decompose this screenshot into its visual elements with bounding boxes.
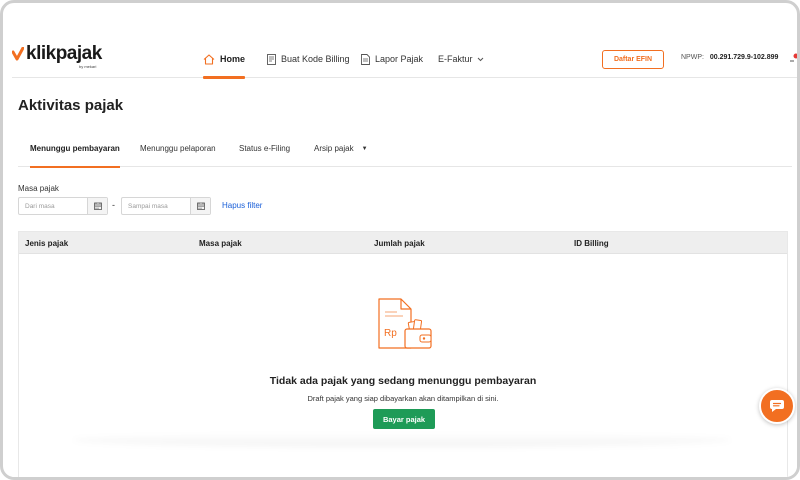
hapus-filter-link[interactable]: Hapus filter — [222, 201, 262, 210]
browser-frame: klikpajak by mekari Home Buat Kode Billi… — [0, 0, 800, 480]
npwp-label: NPWP: — [681, 54, 704, 61]
checkmark-logo-icon — [12, 47, 24, 61]
nav-e-faktur[interactable]: E-Faktur — [438, 40, 484, 78]
tab-menunggu-pembayaran[interactable]: Menunggu pembayaran — [30, 130, 120, 168]
brand-tagline: by mekari — [79, 64, 97, 69]
nav-home-label: Home — [220, 54, 246, 64]
npwp-value: 00.291.729.9-102.899 — [709, 54, 779, 61]
to-period-input[interactable]: Sampai masa — [121, 197, 211, 215]
daftar-efin-button[interactable]: Daftar EFIN — [602, 50, 664, 69]
empty-state-title: Tidak ada pajak yang sedang menunggu pem… — [269, 375, 537, 387]
home-icon — [203, 53, 215, 65]
tab-menunggu-pelaporan-label: Menunggu pelaporan — [140, 144, 216, 153]
card-shadow — [72, 433, 732, 447]
document-icon — [267, 53, 276, 65]
svg-text:Rp: Rp — [384, 328, 397, 339]
bayar-pajak-button[interactable]: Bayar pajak — [373, 409, 435, 429]
page-title: Aktivitas pajak — [18, 97, 124, 114]
from-period-placeholder: Dari masa — [25, 202, 55, 210]
nav-e-faktur-label: E-Faktur — [438, 54, 473, 64]
brand-name: klikpajak — [26, 43, 102, 64]
nav-buat-kode-billing[interactable]: Buat Kode Billing — [267, 40, 350, 78]
column-header-jumlah-pajak: Jumlah pajak — [374, 238, 425, 248]
tab-menunggu-pembayaran-label: Menunggu pembayaran — [30, 144, 120, 153]
tab-status-e-filing[interactable]: Status e-Filing — [239, 130, 290, 167]
chat-support-button[interactable] — [759, 388, 795, 424]
chat-icon — [770, 400, 784, 412]
user-menu-icon[interactable] — [789, 53, 799, 63]
nav-lapor-pajak[interactable]: Lapor Pajak — [361, 40, 423, 78]
tab-arsip-pajak-label: Arsip pajak — [314, 144, 354, 153]
activity-tabs: Menunggu pembayaran Menunggu pelaporan S… — [18, 130, 792, 168]
tab-menunggu-pelaporan[interactable]: Menunggu pelaporan — [140, 130, 216, 167]
column-header-id-billing: ID Billing — [574, 238, 609, 248]
nav-home[interactable]: Home — [203, 40, 246, 79]
calendar-icon[interactable] — [190, 198, 210, 214]
top-navbar: klikpajak by mekari Home Buat Kode Billi… — [12, 40, 799, 79]
from-period-input[interactable]: Dari masa — [18, 197, 108, 215]
report-icon — [361, 53, 370, 65]
filter-label: Masa pajak — [18, 184, 59, 193]
tab-arsip-pajak[interactable]: Arsip pajak ▼ — [314, 130, 368, 167]
empty-state-subtitle: Draft pajak yang siap dibayarkan akan di… — [307, 394, 499, 403]
empty-state-illustration-icon: Rp — [378, 298, 432, 349]
table-header: Jenis pajak Masa pajak Jumlah pajak ID B… — [19, 232, 787, 254]
caret-down-icon: ▼ — [361, 145, 368, 152]
column-header-jenis-pajak: Jenis pajak — [25, 238, 69, 248]
tab-status-e-filing-label: Status e-Filing — [239, 144, 291, 153]
range-separator: - — [112, 200, 115, 210]
npwp-info: NPWP: 00.291.729.9-102.899 — [681, 54, 778, 61]
chevron-down-icon — [477, 57, 483, 61]
page-viewport: klikpajak by mekari Home Buat Kode Billi… — [12, 40, 799, 477]
calendar-icon[interactable] — [87, 198, 107, 214]
nav-lapor-pajak-label: Lapor Pajak — [375, 54, 424, 64]
to-period-placeholder: Sampai masa — [128, 202, 168, 210]
nav-buat-kode-billing-label: Buat Kode Billing — [281, 54, 350, 64]
column-header-masa-pajak: Masa pajak — [199, 238, 242, 248]
